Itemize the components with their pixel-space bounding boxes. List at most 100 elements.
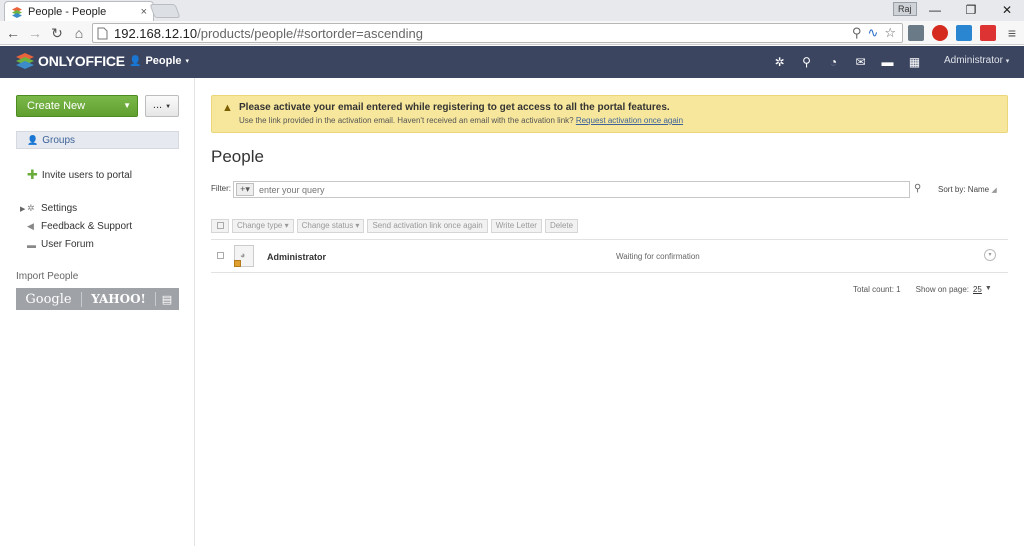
select-all-checkbox[interactable] [211,219,229,233]
zoom-search-icon[interactable]: ⚲ [852,25,862,41]
page-info-icon[interactable] [97,27,108,40]
invite-users-link[interactable]: ✚ Invite users to portal [27,167,132,183]
filter-input[interactable] [259,184,859,195]
delete-button[interactable]: Delete [544,219,579,233]
back-arrow-icon[interactable]: ← [4,24,22,42]
new-tab-button[interactable] [149,4,181,18]
address-bar[interactable]: 192.168.12.10/products/people/#sortorder… [92,23,903,43]
module-label: People [145,55,182,67]
import-people-label: Import People [16,271,79,282]
sidebar-item-forum[interactable]: ▬ User Forum [27,239,94,250]
expand-triangle-icon[interactable]: ▶ [20,205,25,213]
user-name[interactable]: Administrator [267,252,326,262]
activation-notice: ▲ Please activate your email entered whi… [211,95,1008,133]
megaphone-icon: ◀ [27,221,34,231]
module-switcher[interactable]: 👤 People ▾ [129,55,189,67]
sidebar-item-label: Feedback & Support [41,221,133,232]
person-icon: 👤 [129,55,142,67]
user-status: Waiting for confirmation [616,252,700,261]
import-yahoo-button[interactable]: YAHOO! [82,292,156,306]
row-menu-icon[interactable]: ▾ [984,249,996,261]
page-title: People [211,147,264,166]
search-icon[interactable]: ⚲ [793,52,820,72]
user-menu[interactable]: Administrator ▾ [944,55,1009,66]
extension-wave-icon[interactable]: ∿ [867,25,878,41]
filter-box: +▾ [233,181,910,198]
warning-icon: ▲ [222,102,233,114]
create-new-button[interactable]: Create New ▼ [16,95,138,117]
chat-icon[interactable]: ▬ [874,52,901,72]
minimize-button[interactable]: — [920,0,950,20]
window-close-button[interactable]: ✕ [992,0,1022,20]
sidebar-item-label: Settings [41,203,78,214]
avatar: ◕ [234,245,254,267]
total-count: Total count: 1 [853,285,901,294]
extension-chart-icon[interactable] [908,25,924,41]
more-actions-label: ... [152,99,163,111]
onlyoffice-logo[interactable]: ONLYOFFICE [16,53,125,69]
sort-by-label: Sort by: Name [938,185,990,194]
page-size-select[interactable]: 25 [973,285,982,294]
add-filter-button[interactable]: +▾ [236,183,254,196]
total-count-label: Total count: [853,285,894,294]
table-divider [211,272,1008,273]
notice-body: Use the link provided in the activation … [239,116,683,125]
plus-icon: ✚ [27,167,38,182]
profile-button[interactable]: Raj [893,2,917,16]
user-menu-label: Administrator [944,55,1003,66]
request-activation-link[interactable]: Request activation once again [576,116,683,125]
pending-badge-icon [234,260,241,267]
feed-icon[interactable]: ◔ [820,52,847,72]
more-actions-button[interactable]: ... ▼ [145,95,179,117]
chrome-menu-icon[interactable]: ≡ [1003,24,1021,42]
extension-t-icon[interactable] [980,25,996,41]
calendar-icon[interactable]: ▦ [901,52,928,72]
chevron-down-icon: ▾ [185,58,190,65]
extension-s-icon[interactable] [956,25,972,41]
total-count-value: 1 [896,285,901,294]
browser-tab[interactable]: People - People × [4,1,154,21]
import-google-button[interactable]: Google [16,291,82,307]
bookmark-star-icon[interactable]: ☆ [884,25,896,41]
action-toolbar: Change type ▾ Change status ▾ Send activ… [211,219,579,233]
send-activation-button[interactable]: Send activation link once again [367,219,488,233]
extension-opera-icon[interactable] [932,25,948,41]
sidebar-item-settings[interactable]: ✲ Settings [27,203,77,214]
app-top-bar: ONLYOFFICE 👤 People ▾ ✲ ⚲ ◔ ✉ ▬ ▦ Admini… [0,46,1024,78]
forward-arrow-icon[interactable]: → [26,24,44,42]
browser-tab-title: People - People [28,5,107,18]
sidebar-item-label: Groups [42,134,76,146]
import-people-bar: Google YAHOO! ▤ [16,288,179,310]
change-status-button[interactable]: Change status ▾ [296,219,365,233]
chevron-down-icon: ▾ [1005,58,1010,65]
browser-tab-strip: People - People × Raj — ❐ ✕ [0,0,1024,21]
row-checkbox[interactable] [217,252,224,259]
sidebar-item-groups[interactable]: 👤 Groups [16,131,179,149]
change-type-button[interactable]: Change type ▾ [232,219,294,233]
left-sidebar: Create New ▼ ... ▼ 👤 Groups ✚ Invite use… [0,78,195,546]
chat-bubble-icon: ▬ [27,239,36,250]
notice-body-text: Use the link provided in the activation … [239,116,574,125]
show-on-page-label: Show on page: [915,285,969,294]
table-row[interactable]: ◕ Administrator Waiting for confirmation… [211,240,1008,272]
reload-icon[interactable]: ↻ [48,24,66,42]
search-icon[interactable]: ⚲ [914,183,921,194]
write-letter-button[interactable]: Write Letter [490,219,542,233]
gear-icon: ✲ [27,203,35,213]
chevron-down-icon[interactable]: ▼ [985,285,992,294]
home-icon[interactable]: ⌂ [70,24,88,42]
chevron-down-icon: ▼ [165,104,172,110]
mail-icon[interactable]: ✉ [847,52,874,72]
invite-label: Invite users to portal [41,169,132,181]
tab-close-icon[interactable]: × [141,6,147,18]
top-icon-bar: ✲ ⚲ ◔ ✉ ▬ ▦ [766,52,928,72]
browser-toolbar: ← → ↻ ⌂ 192.168.12.10/products/people/#s… [0,21,1024,45]
filter-label: Filter: [211,184,231,193]
import-addressbook-icon[interactable]: ▤ [156,293,178,306]
settings-gear-icon[interactable]: ✲ [766,52,793,72]
sidebar-item-feedback[interactable]: ◀ Feedback & Support [27,221,132,232]
restore-button[interactable]: ❐ [956,0,986,20]
sidebar-item-label: User Forum [41,239,94,250]
person-icon: 👤 [27,134,39,145]
sort-by-control[interactable]: Sort by: Name ◢ [938,185,997,194]
